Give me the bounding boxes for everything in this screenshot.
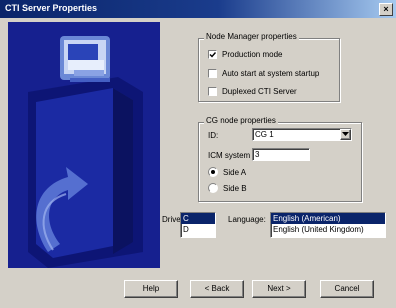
- checkbox-box[interactable]: [208, 87, 217, 96]
- drive-option-d[interactable]: D: [181, 224, 215, 235]
- next-button[interactable]: Next >: [252, 280, 306, 298]
- server-computer-icon: [8, 22, 160, 268]
- chevron-down-icon[interactable]: [340, 129, 351, 140]
- checkbox-label: Auto start at system startup: [222, 69, 320, 78]
- close-button[interactable]: ×: [379, 3, 393, 16]
- drive-option-c[interactable]: C: [181, 213, 215, 224]
- language-list[interactable]: English (American) English (United Kingd…: [270, 212, 386, 238]
- id-dropdown[interactable]: CG 1: [252, 128, 352, 141]
- icm-system-id-field[interactable]: 3: [252, 148, 310, 161]
- language-option-uk[interactable]: English (United Kingdom): [271, 224, 385, 235]
- id-dropdown-value: CG 1: [255, 130, 274, 139]
- radio-label: Side A: [223, 167, 247, 177]
- checkbox-box[interactable]: [208, 50, 217, 59]
- drive-list[interactable]: C D: [180, 212, 216, 238]
- production-mode-checkbox[interactable]: Production mode: [208, 50, 282, 59]
- side-b-radio[interactable]: Side B: [208, 183, 247, 193]
- title-bar: CTI Server Properties ×: [0, 0, 396, 18]
- window-title: CTI Server Properties: [5, 3, 98, 13]
- radio-button[interactable]: [208, 167, 218, 177]
- wizard-illustration: [8, 22, 160, 268]
- radio-button[interactable]: [208, 183, 218, 193]
- duplexed-cti-checkbox[interactable]: Duplexed CTI Server: [208, 87, 297, 96]
- checkbox-label: Duplexed CTI Server: [222, 87, 297, 96]
- radio-dot-icon: [211, 170, 215, 174]
- chevron-down-icon-glyph: [342, 132, 349, 136]
- side-a-radio[interactable]: Side A: [208, 167, 246, 177]
- help-button[interactable]: Help: [124, 280, 178, 298]
- node-manager-group-title: Node Manager properties: [204, 32, 299, 41]
- id-label: ID:: [208, 131, 219, 140]
- checkbox-box[interactable]: [208, 69, 217, 78]
- checkmark-icon: [209, 52, 216, 58]
- cancel-button[interactable]: Cancel: [320, 280, 374, 298]
- language-option-american[interactable]: English (American): [271, 213, 385, 224]
- checkbox-label: Production mode: [222, 50, 283, 59]
- auto-start-checkbox[interactable]: Auto start at system startup: [208, 69, 319, 78]
- radio-label: Side B: [223, 183, 247, 193]
- cg-node-group-title: CG node properties: [204, 116, 278, 125]
- back-button[interactable]: < Back: [190, 280, 244, 298]
- language-label: Language:: [228, 215, 266, 224]
